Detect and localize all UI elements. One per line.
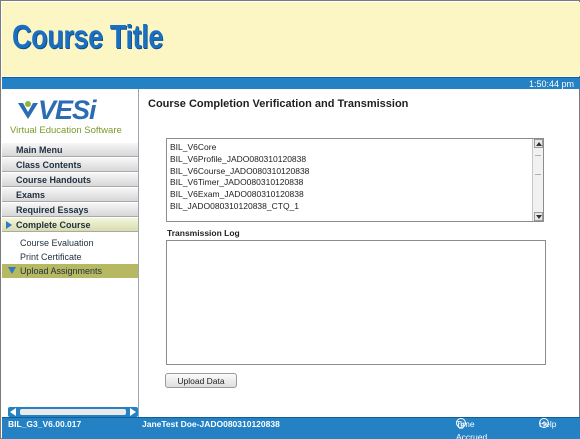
nav-label: Course Handouts [16, 175, 92, 185]
transmission-log-area[interactable] [166, 240, 546, 365]
subnav-upload-assignments[interactable]: Upload Assignments [2, 264, 138, 278]
nav-exams[interactable]: Exams [2, 187, 138, 202]
subnav-label: Upload Assignments [20, 266, 103, 276]
scroll-up-icon[interactable] [534, 139, 543, 148]
list-item[interactable]: BIL_V6Exam_JADO080310120838 [170, 189, 309, 201]
time-accrued-label: Time Accrued [456, 419, 488, 439]
vesi-logo: VESi Virtual Education Software [8, 95, 134, 143]
help-label: Help [539, 419, 557, 429]
subnav-label: Course Evaluation [20, 238, 94, 248]
listbox-vertical-scrollbar[interactable] [532, 139, 543, 221]
subnav-label: Print Certificate [20, 252, 82, 262]
nav-label: Class Contents [16, 160, 82, 170]
expanded-arrow-icon [8, 267, 16, 274]
clock-bar: 1:50:44 pm [2, 77, 580, 89]
nav-course-handouts[interactable]: Course Handouts [2, 172, 138, 187]
sidebar-horizontal-scrollbar[interactable] [8, 407, 138, 417]
scroll-left-icon[interactable] [10, 408, 16, 416]
vesi-logo-icon [18, 101, 38, 119]
scrollbar-thumb[interactable] [20, 409, 126, 415]
nav-complete-course[interactable]: Complete Course [2, 217, 138, 232]
app-frame: Course Title 1:50:44 pm VESi Virtual Edu… [0, 0, 580, 439]
nav-required-essays[interactable]: Required Essays [2, 202, 138, 217]
course-title: Course Title [12, 18, 163, 55]
scroll-down-icon[interactable] [534, 212, 543, 221]
nav-label: Required Essays [16, 205, 89, 215]
expand-arrow-icon [6, 221, 12, 229]
page-title: Course Completion Verification and Trans… [148, 98, 409, 110]
main-content: Course Completion Verification and Trans… [140, 89, 580, 417]
scrollbar-grip[interactable] [535, 155, 541, 175]
logo-tagline: Virtual Education Software [10, 125, 122, 136]
upload-data-button[interactable]: Upload Data [165, 373, 237, 388]
file-list: BIL_V6Core BIL_V6Profile_JADO08031012083… [170, 142, 309, 213]
nav-label: Complete Course [16, 220, 91, 230]
scroll-right-icon[interactable] [130, 408, 136, 416]
version-label: BIL_G3_V6.00.017 [8, 419, 82, 429]
subnav-course-evaluation[interactable]: Course Evaluation [2, 236, 138, 250]
nav-main-menu[interactable]: Main Menu [2, 142, 138, 157]
list-item[interactable]: BIL_V6Timer_JADO080310120838 [170, 177, 309, 189]
logo-name: VESi [38, 95, 97, 125]
user-label: JaneTest Doe-JADO080310120838 [142, 419, 280, 429]
status-bar: BIL_G3_V6.00.017 JaneTest Doe-JADO080310… [2, 417, 580, 439]
sidebar: VESi Virtual Education Software Main Men… [2, 89, 139, 417]
list-item[interactable]: BIL_V6Core [170, 142, 309, 154]
nav-class-contents[interactable]: Class Contents [2, 157, 138, 172]
transmission-log-label: Transmission Log [167, 228, 240, 238]
list-item[interactable]: BIL_JADO080310120838_CTQ_1 [170, 201, 309, 213]
main-nav: Main Menu Class Contents Course Handouts… [2, 142, 138, 278]
course-header: Course Title [2, 2, 580, 76]
subnav-print-certificate[interactable]: Print Certificate [2, 250, 138, 264]
nav-label: Exams [16, 190, 46, 200]
list-item[interactable]: BIL_V6Profile_JADO080310120838 [170, 154, 309, 166]
file-listbox[interactable]: BIL_V6Core BIL_V6Profile_JADO08031012083… [166, 138, 544, 222]
list-item[interactable]: BIL_V6Course_JADO080310120838 [170, 166, 309, 178]
nav-label: Main Menu [16, 145, 63, 155]
